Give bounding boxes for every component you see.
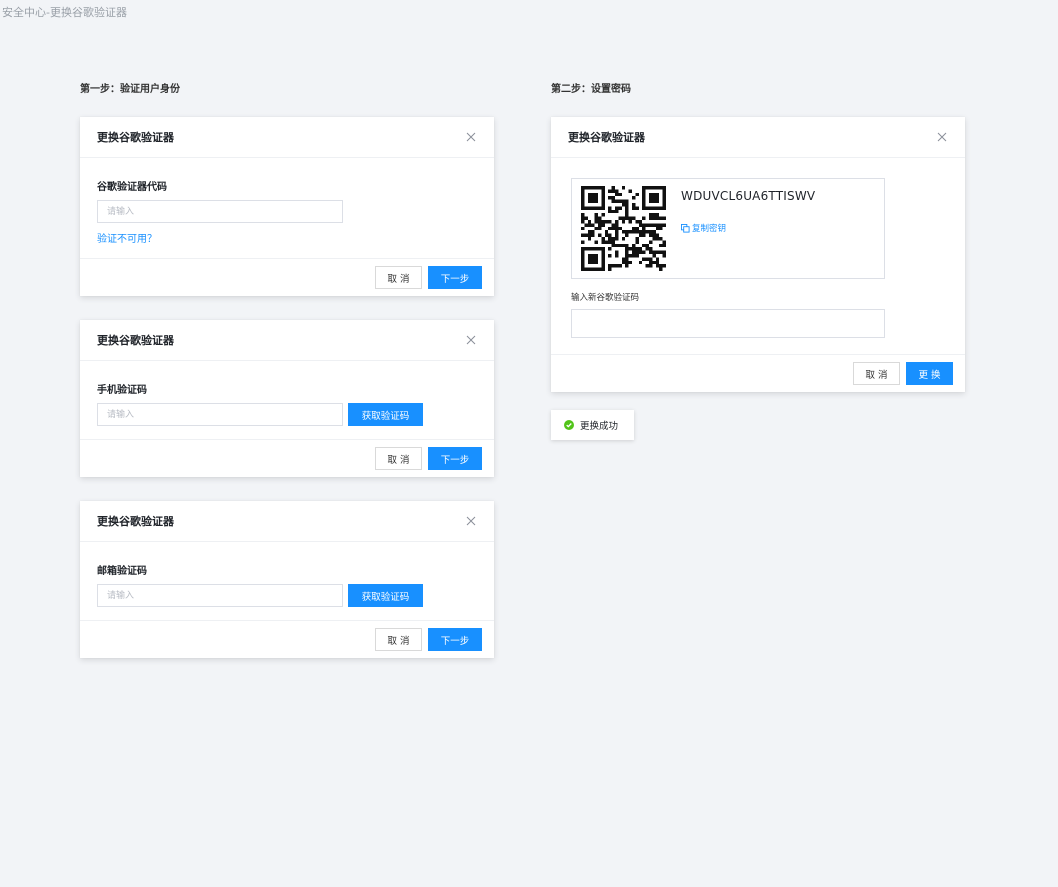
google-code-label: 谷歌验证器代码: [97, 182, 167, 193]
toast-text: 更换成功: [580, 421, 619, 432]
modal-footer: 取 消 下一步: [80, 258, 494, 296]
get-phone-code-button[interactable]: 获取验证码: [348, 403, 423, 426]
new-code-input[interactable]: [571, 309, 885, 338]
email-code-label: 邮箱验证码: [97, 566, 147, 577]
email-code-input[interactable]: [97, 584, 343, 607]
copy-secret-label: 复制密钥: [692, 224, 727, 234]
modal-header: 更换谷歌验证器: [80, 501, 494, 542]
modal-footer: 取 消 更 换: [551, 354, 965, 392]
modal-header: 更换谷歌验证器: [80, 117, 494, 158]
close-icon[interactable]: [465, 334, 477, 346]
step2-title: 第二步：设置密码: [551, 84, 631, 95]
modal-title: 更换谷歌验证器: [568, 131, 645, 144]
modal-header: 更换谷歌验证器: [551, 117, 965, 158]
next-button[interactable]: 下一步: [428, 628, 482, 651]
modal-body: 谷歌验证器代码 验证不可用？: [80, 158, 494, 246]
google-code-modal: 更换谷歌验证器 谷歌验证器代码 验证不可用？ 取 消 下一步: [80, 117, 494, 296]
modal-footer: 取 消 下一步: [80, 439, 494, 477]
success-check-icon: [564, 420, 574, 430]
modal-title: 更换谷歌验证器: [97, 334, 174, 347]
qr-panel: WDUVCL6UA6TTISWV 复制密钥: [571, 178, 885, 279]
get-email-code-button[interactable]: 获取验证码: [348, 584, 423, 607]
new-code-label: 输入新谷歌验证码: [571, 293, 640, 303]
modal-title: 更换谷歌验证器: [97, 515, 174, 528]
modal-title: 更换谷歌验证器: [97, 131, 174, 144]
google-code-input[interactable]: [97, 200, 343, 223]
email-code-modal: 更换谷歌验证器 邮箱验证码 获取验证码 取 消 下一步: [80, 501, 494, 658]
cancel-button[interactable]: 取 消: [375, 266, 422, 289]
secret-key: WDUVCL6UA6TTISWV: [681, 189, 816, 203]
cancel-button[interactable]: 取 消: [853, 362, 900, 385]
copy-icon: [681, 223, 690, 233]
close-icon[interactable]: [465, 515, 477, 527]
step1-title: 第一步：验证用户身份: [80, 84, 180, 95]
phone-code-label: 手机验证码: [97, 385, 147, 396]
confirm-change-button[interactable]: 更 换: [906, 362, 953, 385]
modal-body: WDUVCL6UA6TTISWV 复制密钥 输入新谷歌验证码: [551, 158, 965, 338]
unavailable-link[interactable]: 验证不可用？: [97, 230, 157, 245]
close-icon[interactable]: [465, 131, 477, 143]
email-code-row: 获取验证码: [97, 584, 477, 607]
cancel-button[interactable]: 取 消: [375, 628, 422, 651]
phone-code-row: 获取验证码: [97, 403, 477, 426]
next-button[interactable]: 下一步: [428, 266, 482, 289]
modal-footer: 取 消 下一步: [80, 620, 494, 658]
modal-body: 手机验证码 获取验证码: [80, 361, 494, 426]
qr-code-icon: [581, 186, 666, 271]
modal-body: 邮箱验证码 获取验证码: [80, 542, 494, 607]
copy-secret-link[interactable]: 复制密钥: [681, 222, 726, 234]
success-toast: 更换成功: [551, 410, 634, 440]
modal-header: 更换谷歌验证器: [80, 320, 494, 361]
phone-code-input[interactable]: [97, 403, 343, 426]
cancel-button[interactable]: 取 消: [375, 447, 422, 470]
set-authenticator-modal: 更换谷歌验证器 WDUVCL6UA6TTISWV 复制密钥 输入新谷歌验证码 取…: [551, 117, 965, 392]
page-title: 安全中心-更换谷歌验证器: [2, 6, 127, 19]
close-icon[interactable]: [936, 131, 948, 143]
next-button[interactable]: 下一步: [428, 447, 482, 470]
phone-code-modal: 更换谷歌验证器 手机验证码 获取验证码 取 消 下一步: [80, 320, 494, 477]
